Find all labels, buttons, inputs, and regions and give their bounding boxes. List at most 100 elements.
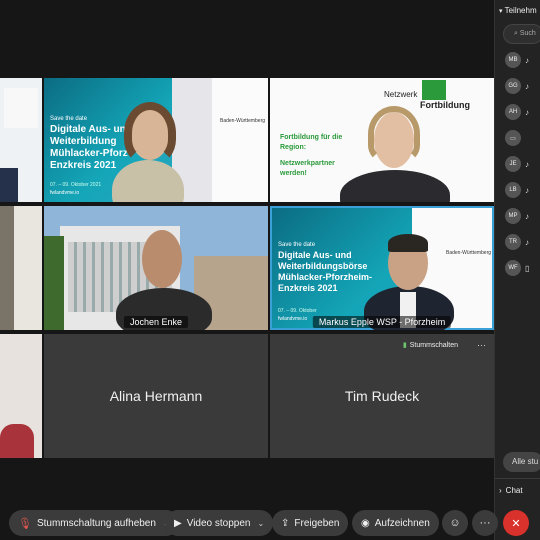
slide-side-panel bbox=[210, 78, 268, 202]
tile-mute-label: Stummschalten bbox=[409, 341, 458, 349]
share-button[interactable]: ⇪ Freigeben bbox=[272, 510, 349, 536]
slide-b-save-the-date: Save the date bbox=[278, 242, 316, 248]
netzwerk-green-text-4: werden! bbox=[280, 170, 307, 177]
unmute-label: Stummschaltung aufheben bbox=[36, 517, 156, 529]
share-icon: ⇪ bbox=[281, 517, 290, 529]
slide-brand: Baden-Württemberg bbox=[220, 118, 266, 124]
netzwerk-logo bbox=[422, 80, 446, 100]
participant-row[interactable]: AH ♪ bbox=[505, 103, 540, 121]
microphone-icon: ♪ bbox=[525, 159, 529, 169]
participant-row[interactable]: TR ♪ bbox=[505, 233, 540, 251]
room-shadow bbox=[0, 206, 14, 330]
participant-row[interactable]: GG ♪ bbox=[505, 77, 540, 95]
slide-url: fwlandvme.io bbox=[50, 190, 80, 196]
slide-date: 07. – 09. Oktober 2021 bbox=[50, 182, 102, 188]
slide-b-title-4: Enzkreis 2021 bbox=[278, 283, 338, 293]
participants-header-label: Teilnehm bbox=[504, 6, 537, 15]
slide-title-line-4: Enzkreis 2021 bbox=[50, 160, 117, 171]
netzwerk-green-text-1: Fortbildung für die bbox=[280, 134, 343, 141]
video-tile-partial-mid[interactable] bbox=[0, 206, 42, 330]
participant-row[interactable]: ▭ bbox=[505, 129, 540, 147]
avatar: TR bbox=[505, 234, 521, 250]
netzwerk-label: Netzwerk bbox=[384, 90, 418, 99]
meeting-window: Save the date Digitale Aus- und Weiterbi… bbox=[0, 0, 540, 540]
microphone-icon: ♪ bbox=[525, 237, 529, 247]
smiley-icon: ☺ bbox=[449, 517, 461, 529]
unmute-button[interactable]: 🎙 Stummschaltung aufheben ⌄ bbox=[9, 510, 179, 536]
slide-b-title-3: Mühlacker-Pforzheim- bbox=[278, 272, 373, 282]
name-tag-jochen: Jochen Enke bbox=[123, 316, 189, 328]
avatar: MB bbox=[505, 52, 521, 68]
participant-name-tim: Tim Rudeck bbox=[344, 388, 420, 404]
chevron-down-icon: ⌄ bbox=[257, 518, 265, 528]
avatar: ▭ bbox=[505, 130, 521, 146]
slide-title-line-1: Digitale Aus- und bbox=[50, 124, 132, 135]
tile-more-options-icon[interactable]: ··· bbox=[477, 340, 486, 350]
video-tile-tim-rudeck[interactable]: ▮ Stummschalten ··· Tim Rudeck bbox=[270, 334, 494, 458]
close-icon: ✕ bbox=[511, 517, 521, 530]
participants-search-input[interactable]: ⌕ Such bbox=[503, 24, 540, 44]
microphone-icon: ♪ bbox=[525, 185, 529, 195]
tile-mute-button[interactable]: ▮ Stummschalten bbox=[402, 341, 458, 350]
slide-fragment bbox=[4, 88, 38, 128]
slide-b-date: 07. – 09. Oktober bbox=[278, 308, 317, 314]
record-label: Aufzeichnen bbox=[374, 517, 430, 529]
avatar: JE bbox=[505, 156, 521, 172]
participant-row[interactable]: JE ♪ bbox=[505, 155, 540, 173]
search-placeholder: Such bbox=[519, 30, 536, 37]
mute-all-button[interactable]: Alle stu bbox=[503, 452, 540, 472]
fortbildung-label: Fortbildung bbox=[420, 100, 470, 110]
participant-row[interactable]: MP ♪ bbox=[505, 207, 540, 225]
video-tile-participant-netzwerk[interactable]: Netzwerk Fortbildung Fortbildung für die… bbox=[270, 78, 494, 202]
participants-header[interactable]: ▾ Teilnehm bbox=[499, 6, 537, 15]
slide-b-url: fwlandvme.io bbox=[278, 316, 308, 322]
participant-headset-body bbox=[340, 170, 450, 202]
video-tile-slide-partial-top[interactable] bbox=[0, 78, 42, 202]
slide-title-line-2: Weiterbildung bbox=[50, 136, 117, 147]
sidebar-divider bbox=[495, 478, 540, 479]
leave-meeting-button[interactable]: ✕ bbox=[503, 510, 529, 536]
more-options-button[interactable]: ··· bbox=[472, 510, 498, 536]
slide-b-title-1: Digitale Aus- und bbox=[278, 250, 352, 260]
microphone-icon: ♪ bbox=[525, 55, 529, 65]
virtual-bg-tree bbox=[44, 236, 64, 330]
chat-section-toggle[interactable]: › Chat bbox=[499, 486, 523, 495]
participant-row[interactable]: LB ♪ bbox=[505, 181, 540, 199]
search-icon: ⌕ bbox=[514, 30, 518, 37]
video-tile-markus-epple[interactable]: Save the date Digitale Aus- und Weiterbi… bbox=[270, 206, 494, 330]
netzwerk-green-text-3: Netzwerkpartner bbox=[280, 160, 335, 167]
jochen-head bbox=[142, 230, 182, 288]
name-tag-markus: Markus Epple WSP - Pforzheim bbox=[312, 316, 452, 328]
microphone-icon: ♪ bbox=[525, 81, 529, 91]
reactions-button[interactable]: ☺ bbox=[442, 510, 468, 536]
participant-row[interactable]: WF ▯ bbox=[505, 259, 540, 277]
participant-name-alina: Alina Hermann bbox=[109, 388, 203, 404]
chevron-down-icon: ▾ bbox=[499, 8, 503, 15]
record-icon: ◉ bbox=[361, 517, 370, 529]
stop-video-label: Video stoppen bbox=[186, 517, 251, 529]
slide-save-the-date: Save the date bbox=[50, 116, 88, 122]
mobile-icon: ▯ bbox=[525, 263, 530, 273]
avatar: LB bbox=[505, 182, 521, 198]
room-element bbox=[14, 206, 42, 330]
participant-row[interactable]: MB ♪ bbox=[505, 51, 540, 69]
more-dots-icon: ··· bbox=[479, 517, 491, 529]
video-tile-alina-hermann[interactable]: Alina Hermann bbox=[44, 334, 268, 458]
netzwerk-green-text-2: Region: bbox=[280, 144, 307, 151]
microphone-icon: ♪ bbox=[525, 107, 529, 117]
phone-icon: ▭ bbox=[510, 135, 516, 142]
person-partial-red bbox=[0, 424, 34, 458]
video-camera-icon: ▶ bbox=[174, 517, 182, 529]
avatar: WF bbox=[505, 260, 521, 276]
video-tile-jochen-enke[interactable]: Jochen Enke bbox=[44, 206, 268, 330]
slide-fragment-dark bbox=[0, 168, 18, 202]
record-button[interactable]: ◉ Aufzeichnen bbox=[352, 510, 439, 536]
avatar: MP bbox=[505, 208, 521, 224]
microphone-icon: ♪ bbox=[525, 211, 529, 221]
stop-video-button[interactable]: ▶ Video stoppen ⌄ bbox=[165, 510, 274, 536]
video-tile-participant-slide-1[interactable]: Save the date Digitale Aus- und Weiterbi… bbox=[44, 78, 268, 202]
microphone-icon: ▮ bbox=[402, 342, 407, 349]
video-tile-partial-bottom[interactable] bbox=[0, 334, 42, 458]
chat-label: Chat bbox=[505, 486, 523, 495]
slide-title-line-3: Mühlacker-Pforz bbox=[50, 148, 128, 159]
